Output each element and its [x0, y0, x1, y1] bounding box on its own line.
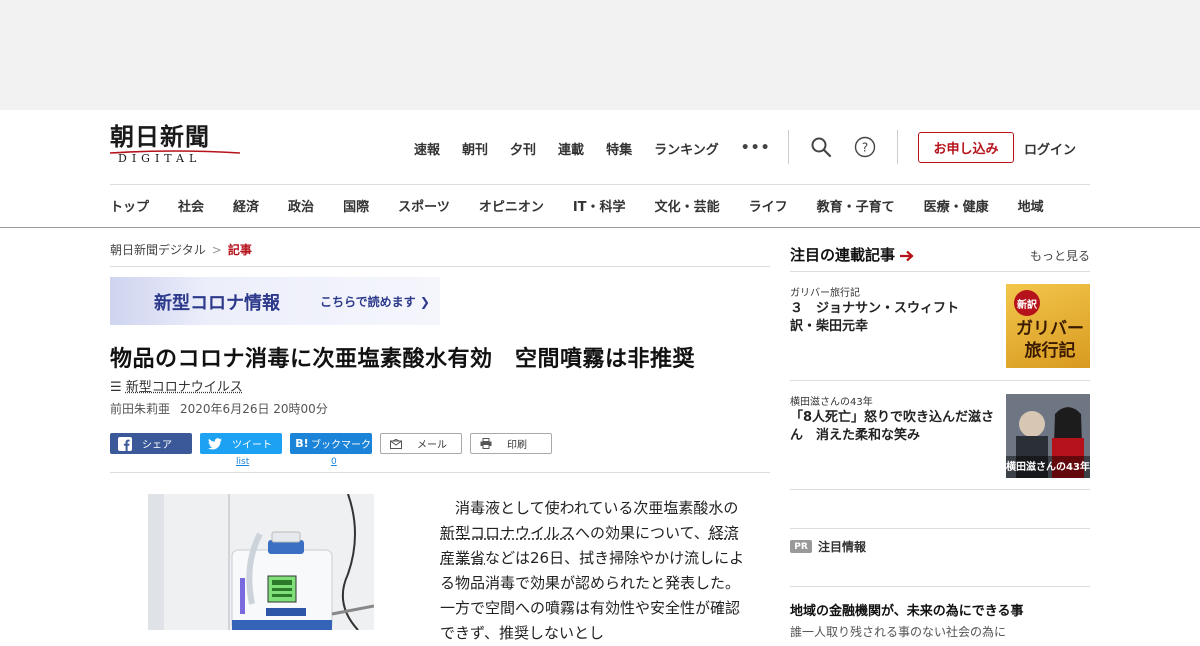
body-link-corona[interactable]: 新型コロナウイルス — [440, 524, 575, 542]
category-item[interactable]: 経済 — [233, 196, 259, 216]
top-nav-item[interactable]: 朝刊 — [462, 139, 488, 158]
top-nav-item[interactable]: 速報 — [414, 139, 440, 158]
twitter-share-button[interactable]: ツイート — [200, 433, 282, 454]
breadcrumb-current: 記事 — [227, 243, 252, 257]
body-text: への効果について、 — [575, 524, 709, 542]
breadcrumb-rule — [110, 266, 770, 267]
ad-band — [0, 0, 1200, 110]
pr-badge: PR — [790, 540, 812, 553]
topic-label: 新型コロナウイルス — [125, 380, 243, 395]
card-image-yokota: 横田滋さんの43年 — [1006, 394, 1090, 478]
category-item[interactable]: 文化・芸能 — [655, 196, 720, 216]
category-item[interactable]: 社会 — [178, 196, 204, 216]
top-nav-item[interactable]: 連載 — [558, 139, 584, 158]
card-image-caption: 横田滋さんの43年 — [1006, 462, 1090, 473]
banner-title: 新型コロナ情報 — [154, 293, 280, 314]
mail-share-label: メール — [417, 440, 447, 451]
hatena-bookmark-label: ブックマーク — [311, 440, 371, 451]
see-more-link[interactable]: もっと見る — [1030, 247, 1090, 264]
body-text: 消毒液として使われている次亜塩素酸水の — [455, 499, 739, 517]
category-item[interactable]: 地域 — [1018, 196, 1044, 216]
twitter-bird-icon — [204, 437, 226, 450]
category-item[interactable]: IT・科学 — [573, 196, 626, 216]
category-item[interactable]: トップ — [110, 196, 149, 216]
category-item[interactable]: 教育・子育て — [817, 196, 895, 216]
category-item[interactable]: 国際 — [343, 196, 369, 216]
category-item[interactable]: オピニオン — [479, 196, 544, 216]
header-rule — [110, 184, 1090, 185]
category-item[interactable]: 医療・健康 — [924, 196, 989, 216]
article-meta-rule — [110, 472, 770, 473]
pr-section-label: 注目情報 — [818, 540, 867, 554]
article-main: 朝日新聞デジタル > 記事 新型コロナ情報 こちらで読めます ❯ 物品のコロナ消毒に… — [110, 228, 770, 642]
top-nav: 速報 朝刊 夕刊 連載 特集 ランキング ••• — [414, 137, 793, 159]
card-title: 「8人死亡」怒りで吹き込んだ滋さん 消えた柔和な笑み — [790, 410, 995, 443]
svg-text:?: ? — [862, 141, 868, 155]
article-headline: 物品のコロナ消毒に次亜塩素酸水有効 空間噴霧は非推奨 — [110, 347, 696, 372]
corona-info-banner[interactable]: 新型コロナ情報 こちらで読めます ❯ — [110, 277, 440, 325]
hatena-bookmark-icon: B! — [295, 437, 309, 450]
banner-link: こちらで読めます ❯ — [320, 295, 430, 309]
chevron-right-icon: ❯ — [419, 295, 430, 309]
pr-item-snippet: 誰一人取り残される事のない社会の為に — [790, 625, 1007, 639]
arrow-right-icon — [900, 246, 914, 264]
header-divider — [788, 130, 789, 164]
twitter-count-link[interactable]: list — [236, 457, 249, 467]
header-divider — [897, 130, 898, 164]
sidebar-heading[interactable]: 注目の連載記事 — [790, 244, 914, 265]
login-link[interactable]: ログイン — [1024, 139, 1076, 158]
category-item[interactable]: ライフ — [749, 196, 788, 216]
subscribe-button[interactable]: お申し込み — [918, 132, 1014, 163]
print-button[interactable]: 印刷 — [470, 433, 552, 454]
breadcrumb-home[interactable]: 朝日新聞デジタル — [110, 243, 206, 257]
search-icon[interactable] — [810, 136, 832, 158]
card-kicker: ガリバー旅行記 — [790, 288, 860, 299]
print-label: 印刷 — [507, 440, 527, 451]
body-text: などは26日、拭き掃除やかけ流しによる物品消毒で効果が認められたと発表した。一方… — [440, 549, 745, 642]
sidebar-rule — [790, 528, 1090, 529]
facebook-icon — [114, 436, 136, 451]
top-nav-item[interactable]: ランキング — [654, 139, 719, 158]
category-item[interactable]: 政治 — [288, 196, 314, 216]
more-menu-button[interactable]: ••• — [741, 140, 771, 156]
hatena-bookmark-button[interactable]: B! ブックマーク — [290, 433, 372, 454]
sidebar-rule — [790, 271, 1090, 272]
article-photo[interactable] — [148, 494, 374, 630]
mail-icon — [385, 438, 407, 449]
facebook-share-label: シェア — [142, 440, 172, 451]
category-item[interactable]: スポーツ — [398, 196, 450, 216]
card-title: ３ ジョナサン・スウィフト 訳・柴田元幸 — [790, 301, 973, 334]
topic-tag[interactable]: ☰ 新型コロナウイルス — [110, 376, 243, 395]
top-nav-item[interactable]: 特集 — [606, 139, 632, 158]
card-image-gulliver: 新訳 ガリバー 旅行記 — [1006, 284, 1090, 368]
mail-share-button[interactable]: メール — [380, 433, 462, 454]
category-nav: トップ 社会 経済 政治 国際 スポーツ オピニオン IT・科学 文化・芸能 ラ… — [110, 196, 1044, 216]
printer-icon — [475, 438, 497, 449]
site-header: 朝日新聞 DIGITAL 速報 朝刊 夕刊 連載 特集 ランキング ••• ? … — [0, 110, 1200, 228]
logo-main: 朝日新聞 — [110, 122, 210, 151]
logo-swoosh — [110, 150, 240, 154]
top-nav-item[interactable]: 夕刊 — [510, 139, 536, 158]
card-image-caption: ガリバー 旅行記 — [1016, 319, 1084, 361]
byline: 前田朱莉亜 2020年6月26日 20時00分 — [110, 400, 328, 417]
site-logo[interactable]: 朝日新聞 DIGITAL — [110, 124, 242, 172]
pr-item-title[interactable]: 地域の金融機関が、未来の為にできる事 — [790, 600, 1023, 619]
sidebar-rule — [790, 380, 1090, 381]
sidebar-rule — [790, 586, 1090, 587]
author: 前田朱莉亜 — [110, 402, 171, 416]
breadcrumb: 朝日新聞デジタル > 記事 — [110, 241, 252, 258]
sidebar-rule — [790, 489, 1090, 490]
breadcrumb-separator: > — [211, 243, 222, 257]
card-kicker: 横田滋さんの43年 — [790, 397, 873, 408]
article-body: 消毒液として使われている次亜塩素酸水の新型コロナウイルスへの効果について、経済産… — [440, 496, 746, 646]
help-icon[interactable]: ? — [854, 136, 876, 158]
twitter-share-label: ツイート — [232, 440, 272, 451]
publish-date: 2020年6月26日 20時00分 — [180, 402, 328, 416]
facebook-share-button[interactable]: シェア — [110, 433, 192, 454]
list-icon: ☰ — [110, 380, 122, 395]
sidebar: 注目の連載記事 もっと見る ガリバー旅行記 ３ ジョナサン・スウィフト 訳・柴田… — [790, 228, 1090, 639]
new-translation-badge: 新訳 — [1014, 290, 1040, 316]
hatena-count-link[interactable]: 0 — [331, 457, 337, 467]
